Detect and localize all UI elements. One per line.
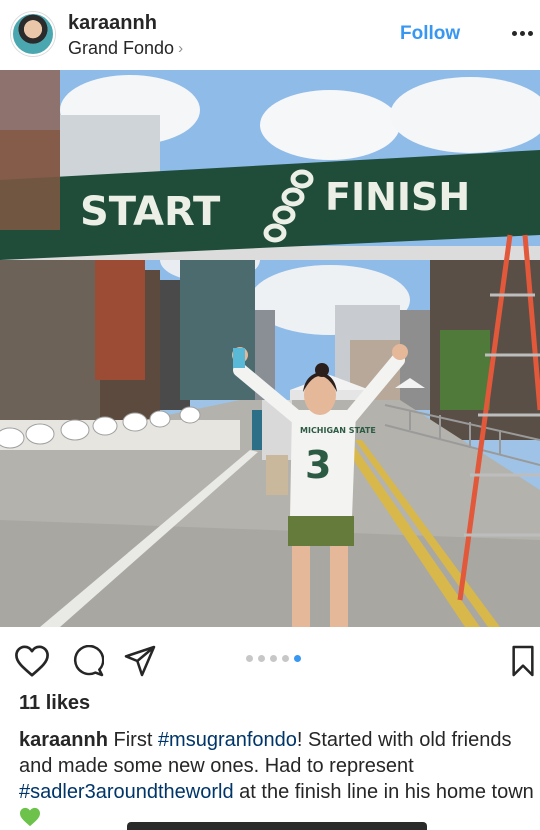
hashtag-link[interactable]: #msugranfondo: [158, 729, 297, 751]
post-header: karaannh Grand Fondo › Follow: [0, 0, 540, 70]
carousel-dot: [270, 655, 277, 662]
carousel-dot: [258, 655, 265, 662]
caption-text: First: [107, 729, 158, 751]
heart-icon[interactable]: [14, 643, 50, 679]
location-label: Grand Fondo: [68, 38, 175, 58]
follow-button[interactable]: Follow: [400, 23, 460, 45]
carousel-indicator: [246, 655, 301, 662]
post-caption: karaannh First #msugranfondo! Started wi…: [19, 727, 534, 830]
likes-count[interactable]: 11 likes: [19, 692, 90, 715]
hashtag-link[interactable]: #sadler3aroundtheworld: [19, 781, 234, 803]
chevron-right-icon: ›: [178, 40, 184, 57]
shirt-text: MICHIGAN STATE: [300, 426, 376, 435]
direct-share-icon[interactable]: [122, 643, 158, 679]
avatar[interactable]: [11, 12, 55, 56]
carousel-dot-active: [294, 655, 301, 662]
post-photo[interactable]: START FINISH MICHIGAN STATE 3: [0, 70, 540, 627]
comment-icon[interactable]: [70, 643, 106, 679]
carousel-dot: [246, 655, 253, 662]
caption-username[interactable]: karaannh: [19, 729, 108, 751]
banner-start-text: START: [80, 189, 221, 235]
shirt-number: 3: [305, 443, 331, 487]
more-options-icon[interactable]: [510, 18, 534, 48]
location-link[interactable]: Grand Fondo ›: [68, 38, 183, 59]
home-indicator: [127, 822, 427, 830]
bookmark-icon[interactable]: [505, 643, 540, 679]
caption-text: at the finish line in his home town: [233, 781, 534, 803]
action-bar: [0, 635, 540, 685]
carousel-dot: [282, 655, 289, 662]
banner-finish-text: FINISH: [325, 175, 470, 219]
username[interactable]: karaannh: [68, 12, 157, 35]
green-heart-emoji: [20, 807, 40, 827]
